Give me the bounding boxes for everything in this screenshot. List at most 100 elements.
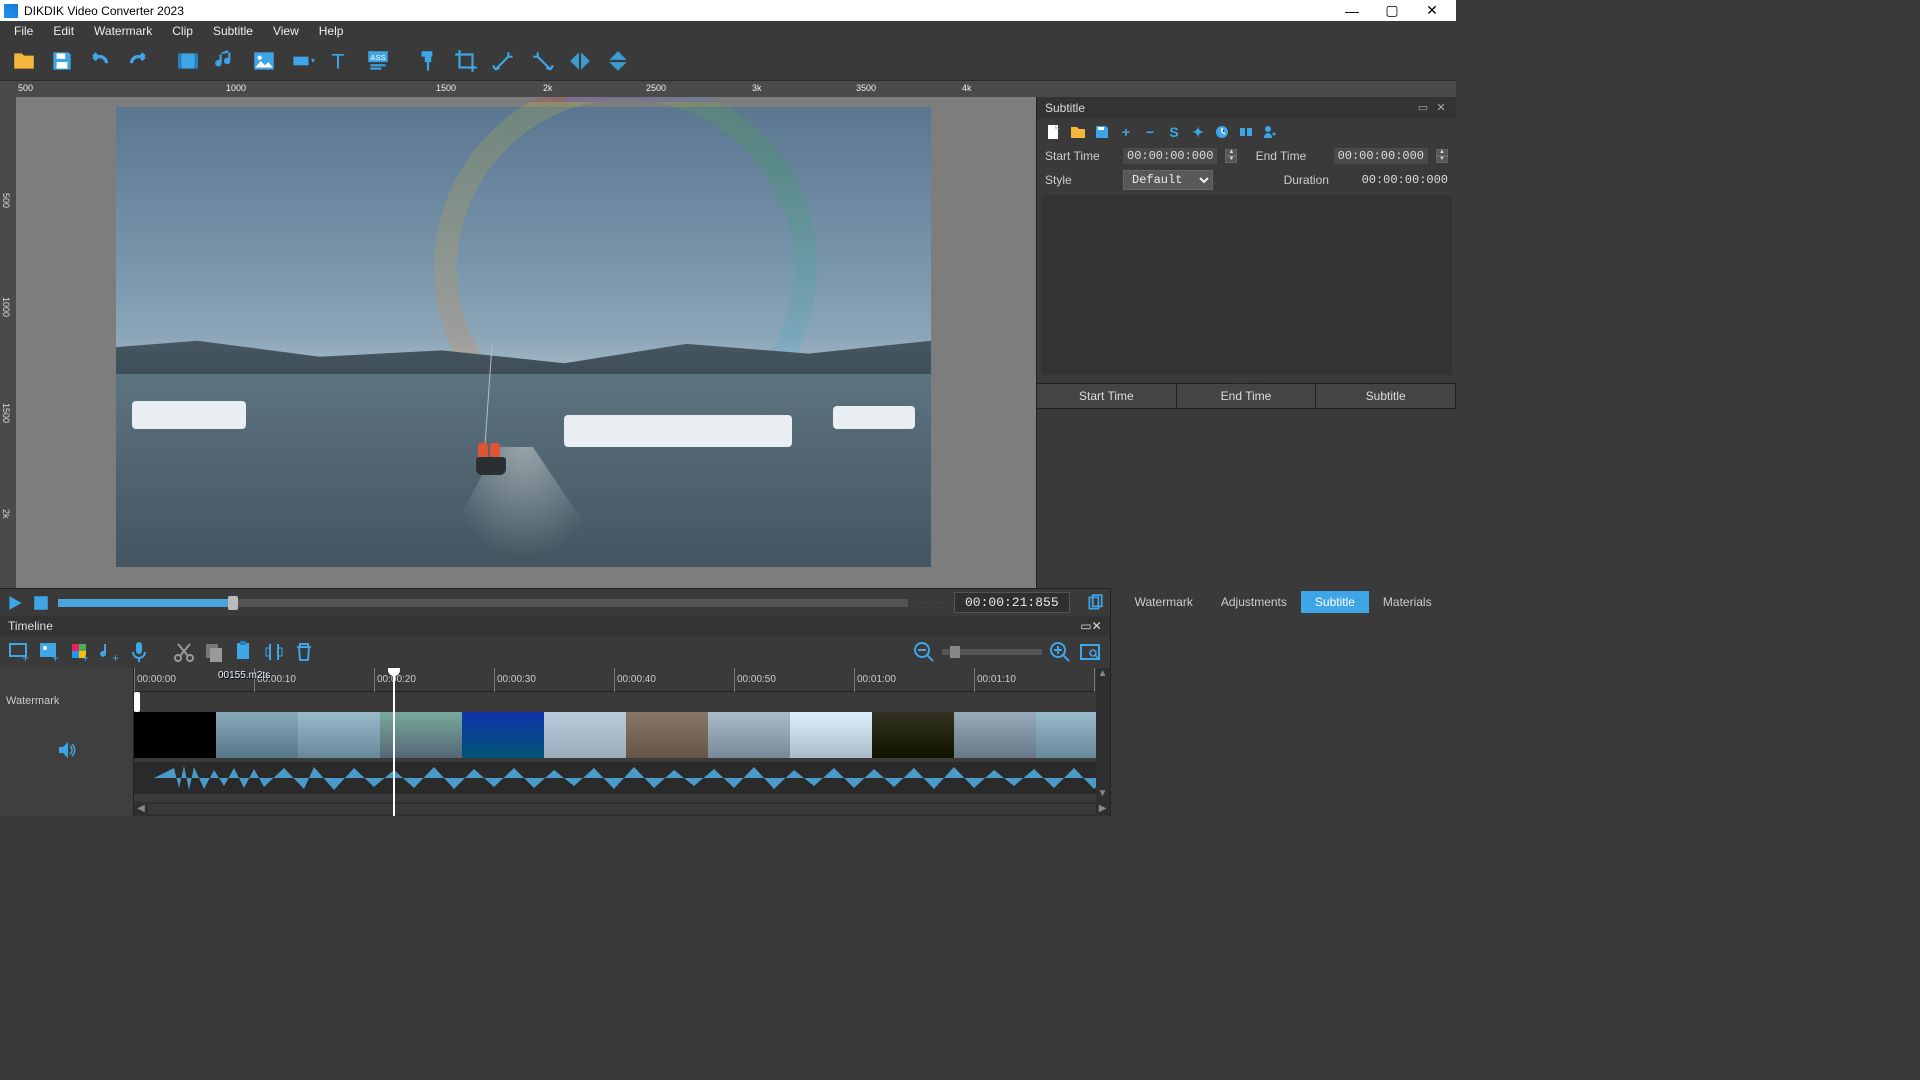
menu-subtitle[interactable]: Subtitle [203,24,263,38]
menu-watermark[interactable]: Watermark [84,24,162,38]
copy-timecode-icon[interactable] [1086,594,1104,612]
new-subtitle-icon[interactable] [1045,123,1063,141]
ass-subtitle-button[interactable]: ASS [362,45,394,77]
save-subtitle-icon[interactable] [1093,123,1111,141]
open-folder-button[interactable] [8,45,40,77]
tab-materials[interactable]: Materials [1369,591,1446,613]
style-select[interactable]: Default [1123,170,1213,190]
add-mic-track-icon[interactable] [128,640,152,664]
subtitle-text-area[interactable] [1041,195,1452,375]
flip-vertical-button[interactable] [602,45,634,77]
timeline-restore-icon[interactable]: ▭ [1080,619,1091,633]
timeline-header: Timeline ▭ ✕ [0,616,1110,636]
ruler-vertical: 500 1000 1500 2k [0,97,16,588]
timecode-display: 00:00:21:855 [954,592,1070,613]
preview-canvas[interactable] [16,97,1036,588]
end-time-value[interactable]: 00:00:00:000 [1334,148,1428,164]
menu-file[interactable]: File [4,24,43,38]
toolbar: ▾ T ASS [0,41,1456,81]
tab-watermark[interactable]: Watermark [1121,591,1207,613]
menu-clip[interactable]: Clip [162,24,203,38]
timeline-scrollbar-horizontal[interactable]: ◀▶ [134,802,1110,816]
image-icon-button[interactable] [248,45,280,77]
close-button[interactable]: ✕ [1412,2,1452,19]
redo-button[interactable] [122,45,154,77]
flip-horizontal-button[interactable] [564,45,596,77]
maximize-button[interactable]: ▢ [1372,2,1412,19]
add-subtitle-icon[interactable]: + [1117,123,1135,141]
timeline-start-marker[interactable] [134,692,140,712]
timeline-scrollbar-vertical[interactable]: ▲▼ [1096,668,1110,802]
col-start-time[interactable]: Start Time [1037,384,1177,408]
ruler-tick-label: 1500 [1,403,11,423]
play-button[interactable] [6,594,24,612]
timeline-playhead[interactable] [393,668,395,816]
audio-track-icon[interactable] [0,716,133,784]
ruler-tick-label: 1000 [1,297,11,317]
add-image-track-icon[interactable]: + [38,640,62,664]
subtitle-panel-title: Subtitle [1045,101,1085,115]
stop-button[interactable] [32,594,50,612]
menu-help[interactable]: Help [309,24,354,38]
add-color-track-icon[interactable]: + [68,640,92,664]
panel-resize-grip[interactable]: ⋮ [1031,343,1039,352]
audio-track-waveform[interactable] [134,762,1110,794]
end-time-spinner[interactable]: ▲▼ [1436,149,1448,163]
split-button[interactable] [262,640,286,664]
subtitle-table-body[interactable] [1037,409,1456,589]
effect-icon[interactable]: ✦ [1189,123,1207,141]
audio-icon-button[interactable] [210,45,242,77]
start-time-spinner[interactable]: ▲▼ [1225,149,1237,163]
menu-edit[interactable]: Edit [43,24,84,38]
open-subtitle-icon[interactable] [1069,123,1087,141]
video-track-clip[interactable] [134,712,1110,758]
svg-text:+: + [112,651,119,665]
delete-button[interactable] [292,640,316,664]
clip-name-label: 00155.m2ts [218,670,270,681]
ruler-horizontal: 500 1000 1500 2k 2500 3k 3500 4k [0,81,1456,97]
minimize-button[interactable]: — [1332,3,1372,19]
save-button[interactable] [46,45,78,77]
duration-label: Duration [1284,173,1354,187]
timeline-body: Watermark 00:00:00 00:00:10 00:00:20 00:… [0,668,1110,816]
paste-button[interactable] [232,640,256,664]
start-time-value[interactable]: 00:00:00:000 [1123,148,1217,164]
col-end-time[interactable]: End Time [1177,384,1317,408]
text-icon-button[interactable]: T [324,45,356,77]
zoom-slider[interactable] [942,649,1042,655]
rotate-right-button[interactable] [526,45,558,77]
panel-restore-icon[interactable]: ▭ [1416,101,1430,115]
zoom-fit-button[interactable] [1078,640,1102,664]
timeline-close-icon[interactable]: ✕ [1092,619,1102,633]
add-audio-track-icon[interactable]: + [98,640,122,664]
panel-close-icon[interactable]: ✕ [1434,101,1448,115]
zoom-out-button[interactable] [912,640,936,664]
tab-subtitle[interactable]: Subtitle [1301,591,1369,613]
menu-view[interactable]: View [263,24,309,38]
remove-subtitle-icon[interactable]: − [1141,123,1159,141]
cut-button[interactable] [172,640,196,664]
tab-adjustments[interactable]: Adjustments [1207,591,1301,613]
timeline-ruler[interactable]: 00:00:00 00:00:10 00:00:20 00:00:30 00:0… [134,668,1110,692]
crop-button[interactable] [450,45,482,77]
sync-icon[interactable] [1237,123,1255,141]
style-s-icon[interactable]: S [1165,123,1183,141]
copy-button[interactable] [202,640,226,664]
timeline-tracks-area[interactable]: 00:00:00 00:00:10 00:00:20 00:00:30 00:0… [134,668,1110,816]
speaker-icon[interactable] [1261,123,1279,141]
timeline-title: Timeline [8,619,53,633]
time-icon[interactable] [1213,123,1231,141]
rotate-left-button[interactable] [488,45,520,77]
undo-button[interactable] [84,45,116,77]
timeline-tick: 00:01:10 [974,668,1016,692]
horizontal-resize-grip[interactable]: ······ [1037,375,1456,383]
video-icon-button[interactable] [172,45,204,77]
rectangle-icon-button[interactable]: ▾ [286,45,318,77]
paint-format-button[interactable] [412,45,444,77]
svg-text:+: + [52,651,59,665]
add-video-track-icon[interactable]: + [8,640,32,664]
seek-slider[interactable] [58,599,908,607]
col-subtitle[interactable]: Subtitle [1316,384,1456,408]
zoom-in-button[interactable] [1048,640,1072,664]
playbar-grip[interactable]: ······ [916,598,946,607]
